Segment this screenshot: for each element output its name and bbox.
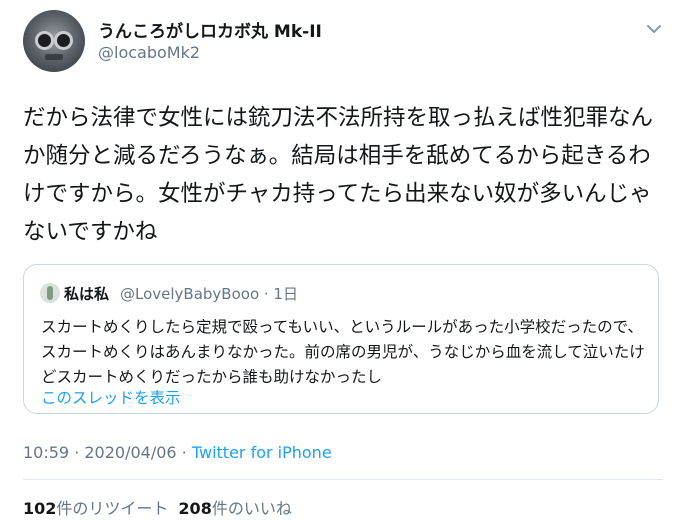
user-handle[interactable]: @locaboMk2 bbox=[98, 43, 200, 62]
retweets-label: 件のリツイート bbox=[56, 499, 169, 518]
tweet-time: 10:59 bbox=[23, 443, 70, 462]
tweet-stats: 102件のリツイート 208件のいいね bbox=[23, 495, 292, 519]
tweet-source-link[interactable]: Twitter for iPhone bbox=[192, 443, 332, 462]
quoted-user-avatar bbox=[40, 283, 60, 303]
likes-count: 208 bbox=[178, 499, 212, 518]
tweet-meta: 10:59 · 2020/04/06 · Twitter for iPhone bbox=[23, 443, 332, 462]
user-display-name[interactable]: うんころがしロカボ丸 Mk-II bbox=[98, 17, 322, 42]
meta-separator: · bbox=[176, 443, 192, 462]
quoted-user-display-name: 私は私 bbox=[64, 285, 110, 303]
tweet-detail: うんころがしロカボ丸 Mk-II @locaboMk2 だから法律で女性には銃刀… bbox=[0, 0, 680, 521]
user-avatar[interactable] bbox=[23, 10, 85, 72]
divider bbox=[23, 479, 663, 480]
chevron-down-icon[interactable] bbox=[644, 22, 664, 36]
avatar-eye-right bbox=[57, 34, 70, 47]
avatar-eye-left bbox=[38, 34, 51, 47]
retweets-count: 102 bbox=[23, 499, 57, 518]
tweet-date: 2020/04/06 bbox=[84, 443, 177, 462]
avatar-mouth bbox=[45, 54, 63, 60]
retweets-stat[interactable]: 102件のリツイート bbox=[23, 499, 168, 518]
likes-label: 件のいいね bbox=[211, 499, 292, 518]
tweet-text: だから法律で女性には銃刀法不法所持を取っ払えば性犯罪なんか随分と減るだろうなぁ。… bbox=[23, 105, 654, 245]
quoted-user-handle-time: @LovelyBabyBooo · 1日 bbox=[120, 285, 298, 303]
quoted-tweet[interactable]: 私は私 @LovelyBabyBooo · 1日 スカートめくりしたら定規で殴っ… bbox=[23, 264, 659, 414]
likes-stat[interactable]: 208件のいいね bbox=[178, 499, 291, 518]
show-thread-link[interactable]: このスレッドを表示 bbox=[41, 386, 181, 408]
meta-separator: · bbox=[69, 443, 85, 462]
quoted-tweet-text: スカートめくりしたら定規で殴ってもいい、というルールがあった小学校だったので、ス… bbox=[41, 318, 645, 386]
